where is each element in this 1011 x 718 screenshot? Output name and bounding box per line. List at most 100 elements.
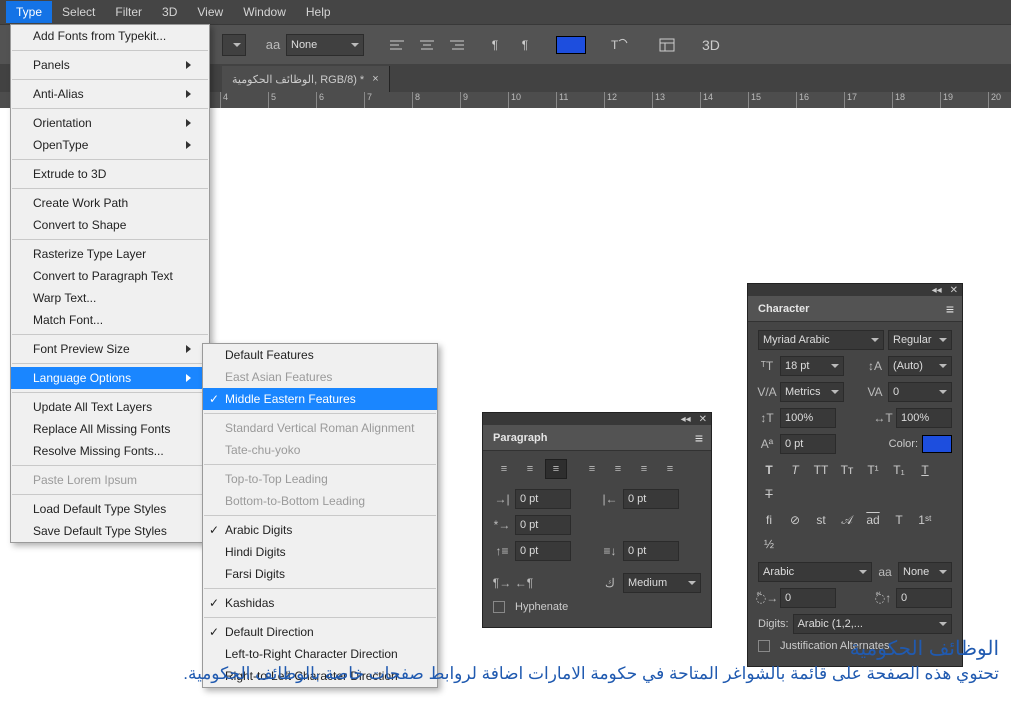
lang-submenu-item[interactable]: Hindi Digits — [203, 541, 437, 563]
lang-submenu-item[interactable]: Kashidas — [203, 592, 437, 614]
type-menu-item[interactable]: Match Font... — [11, 309, 209, 331]
font-style-select[interactable]: Regular — [888, 330, 952, 350]
type-menu-item[interactable]: Font Preview Size — [11, 338, 209, 360]
indent-right-field[interactable]: 0 pt — [623, 489, 679, 509]
align-center-icon[interactable] — [414, 32, 440, 58]
faux-bold[interactable]: T — [758, 460, 780, 480]
space-before-field[interactable]: 0 pt — [515, 541, 571, 561]
character-panel[interactable]: ◂◂✕ Character≡ Myriad Arabic Regular ᵀT … — [747, 283, 963, 667]
kerning-field[interactable]: Metrics — [780, 382, 844, 402]
dir-rtl-icon[interactable]: ←¶ — [515, 576, 533, 590]
superscript[interactable]: T¹ — [862, 460, 884, 480]
type-menu-item[interactable]: Language Options — [11, 367, 209, 389]
3d-button[interactable]: 3D — [702, 37, 720, 53]
close-icon[interactable]: ✕ — [950, 285, 958, 296]
all-caps[interactable]: TT — [810, 460, 832, 480]
type-menu-item[interactable]: Resolve Missing Fonts... — [11, 440, 209, 462]
strikethrough[interactable]: T — [758, 484, 780, 504]
para-align-right[interactable]: ≡ — [545, 459, 567, 479]
type-menu-item[interactable]: Anti-Alias — [11, 83, 209, 105]
align-left-icon[interactable] — [384, 32, 410, 58]
type-menu-item[interactable]: Create Work Path — [11, 192, 209, 214]
stylistic-alt[interactable]: st — [810, 510, 832, 530]
document-tab[interactable]: الوظائف الحكومية, RGB/8) * × — [222, 66, 390, 92]
fractions[interactable]: ½ — [758, 534, 780, 554]
hscale-field[interactable]: 100% — [896, 408, 952, 428]
vscale-field[interactable]: 100% — [780, 408, 836, 428]
panel-menu-icon[interactable]: ≡ — [946, 301, 954, 317]
type-menu-item[interactable]: Load Default Type Styles — [11, 498, 209, 520]
para-align-left[interactable]: ≡ — [493, 459, 515, 479]
menu-filter[interactable]: Filter — [105, 1, 152, 23]
menu-type[interactable]: Type — [6, 1, 52, 23]
space-after-field[interactable]: 0 pt — [623, 541, 679, 561]
diacritic-y-field[interactable]: 0 — [896, 588, 952, 608]
close-tab-icon[interactable]: × — [372, 73, 378, 85]
type-menu-item[interactable]: Save Default Type Styles — [11, 520, 209, 542]
canvas-text-body[interactable]: تحتوي هذه الصفحة على قائمة بالشواغر المت… — [19, 664, 999, 684]
type-menu-item[interactable]: Rasterize Type Layer — [11, 243, 209, 265]
type-menu-item[interactable]: Extrude to 3D — [11, 163, 209, 185]
swash[interactable]: 𝒜 — [836, 510, 858, 530]
collapse-icon[interactable]: ◂◂ — [932, 285, 942, 296]
titling[interactable]: ad — [862, 510, 884, 530]
para-justify-all[interactable]: ≡ — [659, 459, 681, 479]
justification-alternates-checkbox[interactable] — [758, 640, 770, 652]
ltr-direction-icon[interactable]: ¶ — [482, 32, 508, 58]
color-swatch[interactable] — [922, 435, 952, 453]
lang-submenu-item[interactable]: Middle Eastern Features — [203, 388, 437, 410]
para-justify-last-left[interactable]: ≡ — [581, 459, 603, 479]
baseline-shift-field[interactable]: 0 pt — [780, 434, 836, 454]
antialias-select[interactable]: None — [286, 34, 364, 56]
kashida-select[interactable]: Medium — [623, 573, 701, 593]
ordinals[interactable]: T — [888, 510, 910, 530]
contextual-alt[interactable]: ⊘ — [784, 510, 806, 530]
type-menu-item[interactable]: Orientation — [11, 112, 209, 134]
collapse-icon[interactable]: ◂◂ — [681, 414, 691, 425]
type-menu-item[interactable]: OpenType — [11, 134, 209, 156]
faux-italic[interactable]: T — [784, 460, 806, 480]
menu-help[interactable]: Help — [296, 1, 341, 23]
para-align-center[interactable]: ≡ — [519, 459, 541, 479]
dir-ltr-icon[interactable]: ¶→ — [493, 576, 511, 590]
small-caps[interactable]: Tᴛ — [836, 460, 858, 480]
hyphenate-checkbox[interactable] — [493, 601, 505, 613]
type-menu-item[interactable]: Convert to Shape — [11, 214, 209, 236]
ligatures[interactable]: fi — [758, 510, 780, 530]
subscript[interactable]: T₁ — [888, 460, 910, 480]
text-color-swatch[interactable] — [554, 32, 588, 58]
warp-text-icon[interactable]: T — [606, 32, 632, 58]
unknown-dropdown-1[interactable] — [222, 34, 246, 56]
menu-view[interactable]: View — [187, 1, 233, 23]
lang-submenu-item[interactable]: Left-to-Right Character Direction — [203, 643, 437, 665]
indent-left-field[interactable]: 0 pt — [515, 489, 571, 509]
lang-submenu-item[interactable]: Arabic Digits — [203, 519, 437, 541]
type-menu-item[interactable]: Convert to Paragraph Text — [11, 265, 209, 287]
font-size-field[interactable]: 18 pt — [780, 356, 844, 376]
leading-field[interactable]: (Auto) — [888, 356, 952, 376]
type-menu-item[interactable]: Warp Text... — [11, 287, 209, 309]
panel-menu-icon[interactable]: ≡ — [695, 430, 703, 446]
lang-submenu-item[interactable]: Farsi Digits — [203, 563, 437, 585]
type-menu-item[interactable]: Panels — [11, 54, 209, 76]
panels-toggle-icon[interactable] — [654, 32, 680, 58]
paragraph-panel[interactable]: ◂◂✕ Paragraph≡ ≡ ≡ ≡ ≡ ≡ ≡ ≡ →|0 pt |←0 … — [482, 412, 712, 628]
script-select[interactable]: Arabic — [758, 562, 872, 582]
menu-window[interactable]: Window — [233, 1, 296, 23]
tracking-field[interactable]: 0 — [888, 382, 952, 402]
lang-submenu-item[interactable]: Default Features — [203, 344, 437, 366]
para-justify-last-right[interactable]: ≡ — [633, 459, 655, 479]
diacritic-x-field[interactable]: 0 — [780, 588, 836, 608]
stylistic-set[interactable]: 1ˢᵗ — [914, 510, 936, 530]
underline[interactable]: T — [914, 460, 936, 480]
menu-3d[interactable]: 3D — [152, 1, 187, 23]
align-right-icon[interactable] — [444, 32, 470, 58]
close-icon[interactable]: ✕ — [699, 414, 707, 425]
digits-select[interactable]: Arabic (1,2,... — [793, 614, 952, 634]
type-menu-item[interactable]: Update All Text Layers — [11, 396, 209, 418]
canvas-text-title[interactable]: الوظائف الحكومية — [850, 636, 999, 661]
char-antialias-select[interactable]: None — [898, 562, 952, 582]
rtl-direction-icon[interactable]: ¶ — [512, 32, 538, 58]
para-justify-last-center[interactable]: ≡ — [607, 459, 629, 479]
type-menu-item[interactable]: Replace All Missing Fonts — [11, 418, 209, 440]
